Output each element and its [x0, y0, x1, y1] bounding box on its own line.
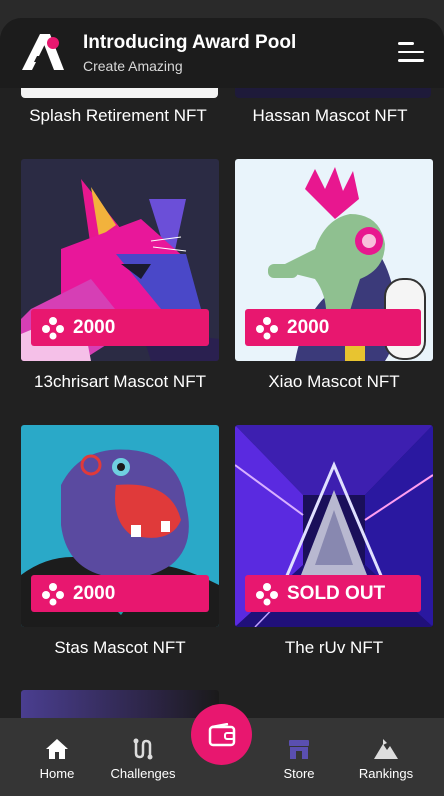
price-value: 2000: [73, 582, 116, 604]
nft-card-image[interactable]: [21, 88, 218, 98]
price-value: 2000: [73, 316, 116, 338]
app-screen: Introducing Award Pool Create Amazing Sp…: [0, 18, 444, 796]
nft-card-image[interactable]: [235, 88, 431, 98]
gem-icon: [256, 316, 278, 339]
nav-label: Rankings: [358, 766, 414, 781]
route-icon: [133, 738, 153, 760]
nav-rankings[interactable]: Rankings: [341, 736, 431, 781]
app-header: Introducing Award Pool Create Amazing: [0, 18, 444, 88]
nav-label: Home: [39, 766, 75, 781]
nft-image-hippo[interactable]: 2000: [21, 425, 219, 627]
gem-icon: [42, 582, 64, 605]
nft-card-name: Splash Retirement NFT: [29, 106, 207, 125]
nft-image-tunnel[interactable]: SOLD OUT: [235, 425, 433, 627]
page-subtitle: Create Amazing: [83, 58, 183, 74]
wallet-button[interactable]: [191, 704, 252, 765]
price-value: SOLD OUT: [287, 582, 386, 604]
nft-card[interactable]: SOLD OUT The rUv NFT: [235, 425, 433, 658]
nav-home[interactable]: Home: [12, 736, 102, 781]
price-badge: 2000: [245, 309, 421, 346]
hamburger-menu-icon[interactable]: [398, 42, 428, 64]
app-logo[interactable]: [20, 32, 66, 72]
nav-label: Challenges: [110, 766, 176, 781]
mountain-icon: [374, 739, 398, 759]
nft-card[interactable]: 2000 13chrisart Mascot NFT: [21, 159, 219, 392]
nav-label: Store: [283, 766, 315, 781]
store-icon: [289, 740, 309, 759]
home-icon: [46, 739, 68, 759]
nft-card-name: Xiao Mascot NFT: [268, 372, 400, 391]
nav-challenges[interactable]: Challenges: [98, 736, 188, 781]
nft-image-seahorse[interactable]: 2000: [235, 159, 433, 361]
nft-card[interactable]: 2000 Stas Mascot NFT: [21, 425, 219, 658]
nft-card-name: The rUv NFT: [284, 638, 384, 657]
nft-card-name: Stas Mascot NFT: [54, 638, 186, 657]
nft-card[interactable]: 2000 Xiao Mascot NFT: [235, 159, 433, 392]
gem-icon: [256, 582, 278, 605]
price-value: 2000: [287, 316, 330, 338]
wallet-icon: [208, 722, 235, 746]
sold-out-badge: SOLD OUT: [245, 575, 421, 612]
nft-card-name: 13chrisart Mascot NFT: [34, 372, 206, 391]
gem-icon: [42, 316, 64, 339]
nft-image-fox[interactable]: 2000: [21, 159, 219, 361]
page-title: Introducing Award Pool: [83, 32, 297, 53]
price-badge: 2000: [31, 309, 209, 346]
nft-card-name: Hassan Mascot NFT: [252, 106, 408, 125]
nav-store[interactable]: Store: [254, 736, 344, 781]
price-badge: 2000: [31, 575, 209, 612]
